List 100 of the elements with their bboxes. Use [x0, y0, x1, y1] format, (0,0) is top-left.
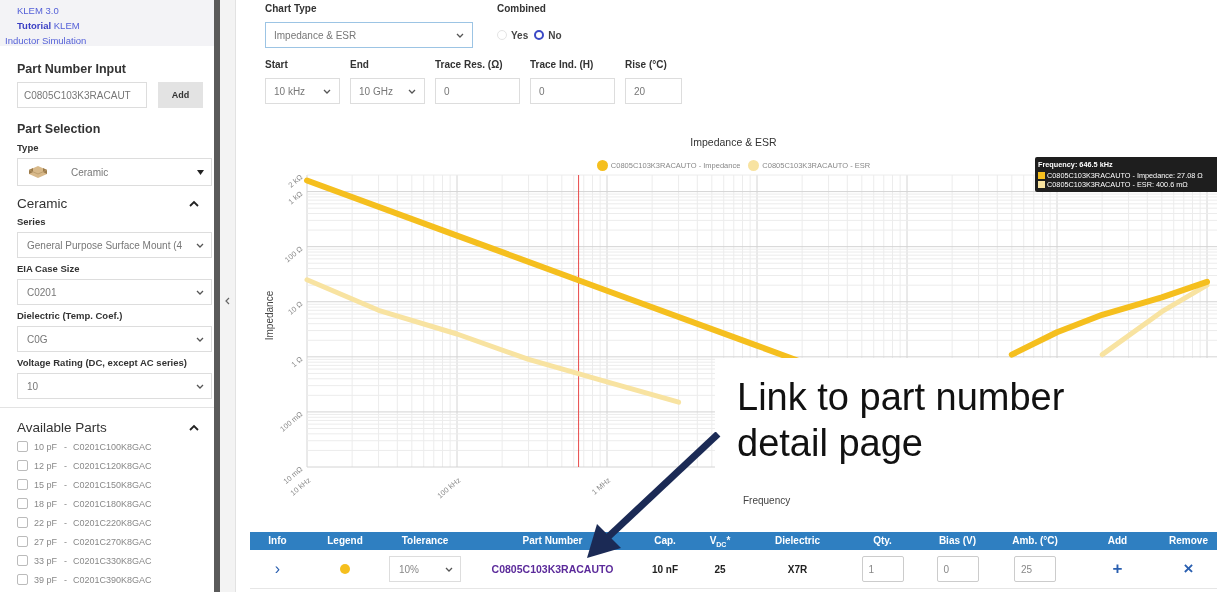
field-label: Rise (°C)	[625, 59, 667, 72]
part-number-field[interactable]: C0805C103K3RACAUT	[17, 82, 147, 108]
expand-button[interactable]: ›	[274, 560, 281, 578]
table-cell: 25	[714, 563, 726, 575]
capacitance-text: 27 pF	[34, 536, 58, 547]
part-number-text: C0201C120K8GAC	[73, 460, 152, 471]
field-label: End	[350, 59, 369, 72]
nav-link[interactable]: Inductor Simulation	[5, 33, 87, 48]
capacitance-text: 33 pF	[34, 555, 58, 566]
remove-button[interactable]: ×	[1183, 559, 1194, 579]
chevron-up-icon[interactable]	[189, 424, 199, 431]
dropdown[interactable]: 10 kHz	[265, 78, 340, 104]
axis-title: Impedance	[264, 290, 276, 341]
separator-text: -	[64, 441, 67, 452]
column-header: Info	[267, 534, 288, 548]
part-number-text: C0201C180K8GAC	[73, 498, 152, 509]
add-button[interactable]: +	[1112, 559, 1123, 579]
separator-text: -	[64, 555, 67, 566]
column-header: Amb. (°C)	[1011, 534, 1059, 548]
chevron-down-icon	[196, 242, 204, 248]
tolerance-dropdown[interactable]: 10%	[389, 556, 461, 582]
column-header: Add	[1106, 534, 1129, 548]
checkbox[interactable]	[17, 536, 28, 547]
part-number-text: C0201C220K8GAC	[73, 517, 152, 528]
input-field[interactable]: 0	[435, 78, 520, 104]
capacitance-text: 12 pF	[34, 460, 58, 471]
separator-text: -	[64, 517, 67, 528]
capacitance-text: 22 pF	[34, 517, 58, 528]
chart-type-dropdown[interactable]: Impedance & ESR	[265, 22, 473, 48]
collapse-handle[interactable]	[220, 0, 236, 592]
dropdown[interactable]: 10	[17, 373, 212, 399]
column-header: V$_{DC}$*	[708, 534, 732, 550]
section-title: Available Parts	[17, 420, 107, 435]
dropdown[interactable]: C0201	[17, 279, 212, 305]
field-label: EIA Case Size	[17, 263, 80, 274]
chevron-down-icon	[323, 88, 331, 94]
checkbox[interactable]	[17, 441, 28, 452]
checkbox[interactable]	[17, 498, 28, 509]
part-number-text: C0201C270K8GAC	[73, 536, 152, 547]
radio-option[interactable]: Yes	[497, 29, 529, 41]
dropdown-triangle-icon	[197, 169, 204, 175]
separator-text: -	[64, 460, 67, 471]
column-header: Tolerance	[400, 534, 450, 548]
checkbox[interactable]	[17, 517, 28, 528]
chevron-down-icon	[196, 289, 204, 295]
radio-option[interactable]: No	[534, 29, 562, 41]
dropdown[interactable]: General Purpose Surface Mount (4	[17, 232, 212, 258]
type-dropdown[interactable]: Ceramic	[17, 158, 212, 186]
input-field[interactable]: 20	[625, 78, 682, 104]
column-header: Legend	[326, 534, 364, 548]
chevron-down-icon	[196, 383, 204, 389]
dropdown[interactable]: C0G	[17, 326, 212, 352]
quantity-field[interactable]: 1	[861, 556, 904, 582]
checkbox[interactable]	[17, 460, 28, 471]
axis-title: Frequency	[743, 495, 791, 506]
ambient-temperature-field[interactable]: 25	[1014, 556, 1056, 582]
separator-text: -	[64, 479, 67, 490]
capacitance-text: 15 pF	[34, 479, 58, 490]
chevron-up-icon[interactable]	[189, 200, 199, 207]
capacitor-chip-icon	[27, 165, 49, 179]
checkbox[interactable]	[17, 555, 28, 566]
chevron-down-icon	[456, 32, 464, 38]
field-label: Series	[17, 216, 46, 227]
nav-link[interactable]: KLEM 3.0	[17, 3, 59, 18]
section-title: Ceramic	[17, 196, 68, 211]
chart-title: Impedance & ESR	[690, 136, 777, 148]
separator-text: -	[64, 536, 67, 547]
column-header: Cap.	[653, 534, 677, 548]
capacitance-text: 18 pF	[34, 498, 58, 509]
checkbox[interactable]	[17, 479, 28, 490]
chevron-down-icon	[196, 336, 204, 342]
part-number-text: C0201C390K8GAC	[73, 574, 152, 585]
table-cell: 10 nF	[651, 563, 679, 575]
part-number-link[interactable]: C0805C103K3RACAUTO	[491, 563, 614, 575]
capacitance-text: 39 pF	[34, 574, 58, 585]
section-title: Part Selection	[17, 122, 101, 136]
field-label: Dielectric (Temp. Coef.)	[17, 310, 123, 321]
nav-link[interactable]: Tutorial KLEM	[17, 18, 80, 33]
dropdown[interactable]: 10 GHz	[350, 78, 425, 104]
part-number-text: C0201C150K8GAC	[73, 479, 152, 490]
radio-button[interactable]	[534, 30, 545, 40]
field-label: Trace Res. (Ω)	[435, 59, 503, 72]
part-number-text: C0201C100K8GAC	[73, 441, 152, 452]
annotation-text: Link to part number detail page	[737, 375, 1066, 466]
column-header: Part Number	[521, 534, 584, 548]
part-number-text: C0201C330K8GAC	[73, 555, 152, 566]
bias-field[interactable]: 0	[936, 556, 979, 582]
separator-text: -	[64, 498, 67, 509]
chevron-left-icon	[225, 297, 230, 305]
section-title: Part Number Input	[17, 62, 127, 76]
column-header: Qty.	[872, 534, 893, 548]
field-label: Combined	[497, 3, 546, 16]
field-label: Trace Ind. (H)	[530, 59, 594, 72]
field-label: Chart Type	[265, 3, 317, 16]
checkbox[interactable]	[17, 574, 28, 585]
field-label: Type	[17, 142, 39, 153]
table-cell: X7R	[787, 563, 808, 575]
add-button[interactable]: Add	[158, 82, 203, 108]
column-header: Dielectric	[774, 534, 821, 548]
input-field[interactable]: 0	[530, 78, 615, 104]
